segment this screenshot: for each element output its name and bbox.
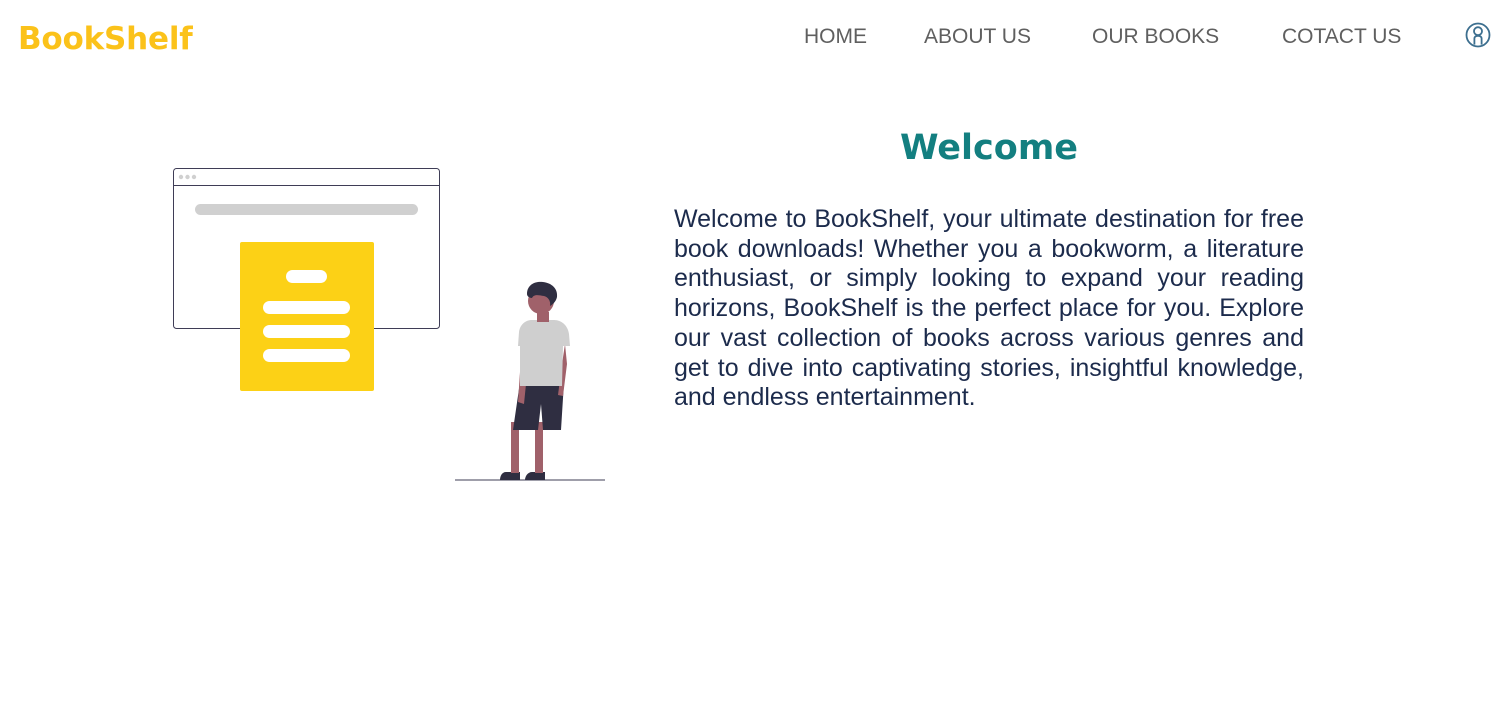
nav-link-contact-us[interactable]: COTACT US [1282,24,1401,50]
site-logo[interactable]: BookShelf [18,19,193,59]
welcome-title: Welcome [899,128,1079,168]
user-circle-icon[interactable] [1465,22,1491,48]
nav-link-about-us[interactable]: ABOUT US [924,24,1031,50]
hero-illustration [173,168,605,481]
nav-link-home[interactable]: HOME [804,24,867,50]
navbar: BookShelf HOME ABOUT US OUR BOOKS COTACT… [0,0,1512,80]
welcome-description: Welcome to BookShelf, your ultimate dest… [674,205,1304,412]
nav-link-our-books[interactable]: OUR BOOKS [1092,24,1219,50]
document-graphic [240,242,374,391]
person-graphic [500,281,570,480]
